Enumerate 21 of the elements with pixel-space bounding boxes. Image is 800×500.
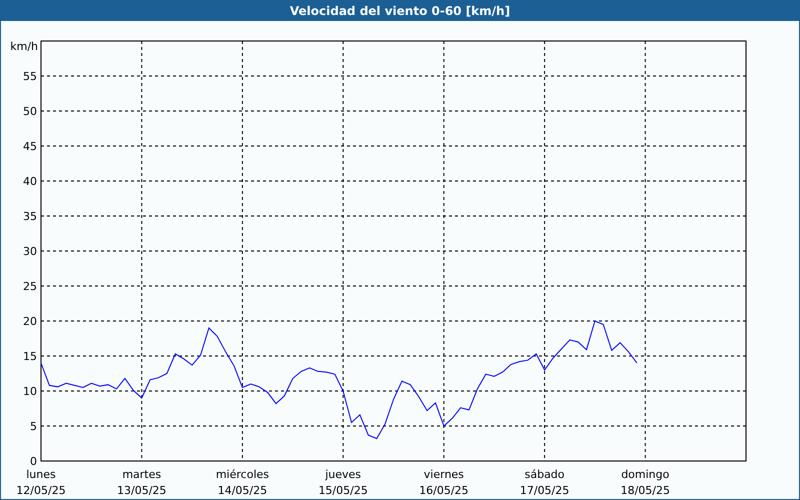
y-tick-label: 40	[23, 175, 37, 188]
y-tick-label: 20	[23, 315, 37, 328]
x-tick-label: domingo 18/05/25	[620, 468, 670, 497]
y-axis-unit: km/h	[10, 40, 38, 53]
y-tick-label: 25	[23, 280, 37, 293]
x-tick-label: jueves 15/05/25	[318, 468, 368, 497]
x-tick-label: sábado 17/05/25	[520, 468, 570, 497]
y-tick-label: 50	[23, 105, 37, 118]
x-tick-label: martes 13/05/25	[117, 468, 166, 497]
y-tick-label: 15	[23, 350, 37, 363]
y-tick-label: 0	[30, 455, 37, 468]
y-tick-label: 30	[23, 245, 37, 258]
x-tick-label: miércoles 14/05/25	[216, 468, 269, 497]
x-tick-label: lunes 12/05/25	[16, 468, 66, 497]
y-tick-label: 35	[23, 210, 37, 223]
y-tick-label: 45	[23, 140, 37, 153]
x-tick-label: viernes 16/05/25	[419, 468, 469, 497]
chart-title: Velocidad del viento 0-60 [km/h]	[1, 1, 799, 21]
y-tick-label: 5	[30, 420, 37, 433]
y-tick-label: 55	[23, 70, 37, 83]
y-tick-label: 10	[23, 385, 37, 398]
